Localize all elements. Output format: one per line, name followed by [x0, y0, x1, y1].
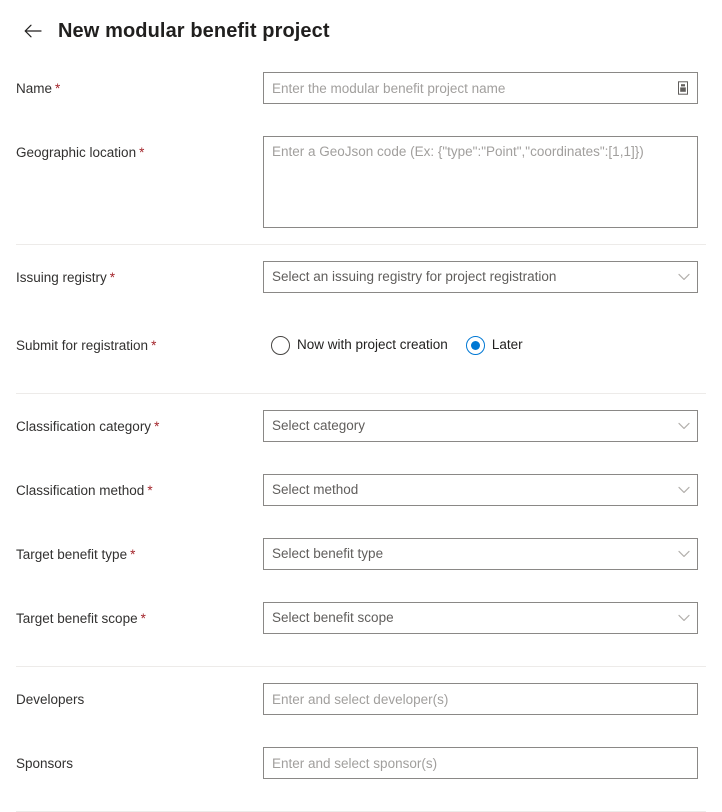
- control-target-benefit-scope: Select benefit scope: [263, 602, 698, 634]
- required-asterisk: *: [151, 338, 157, 353]
- control-target-benefit-type: Select benefit type: [263, 538, 698, 570]
- target-benefit-scope-selected-text: Select benefit scope: [272, 610, 394, 625]
- classification-category-dropdown[interactable]: Select category: [263, 410, 698, 442]
- label-developers: Developers: [16, 692, 85, 707]
- field-row-sponsors: Sponsors: [0, 747, 722, 795]
- required-asterisk: *: [154, 419, 160, 434]
- radio-label: Now with project creation: [297, 337, 448, 352]
- label-classification-category: Classification category *: [16, 419, 160, 434]
- radio-circle-icon: [271, 335, 290, 355]
- control-sponsors: [263, 747, 698, 779]
- control-name: [263, 72, 698, 104]
- field-row-issuing-registry: Issuing registry * Select an issuing regi…: [0, 261, 722, 309]
- field-row-geographic-location: Geographic location *: [0, 136, 722, 228]
- required-asterisk: *: [140, 611, 146, 626]
- back-button[interactable]: [18, 16, 48, 46]
- control-issuing-registry: Select an issuing registry for project r…: [263, 261, 698, 293]
- name-input[interactable]: [264, 73, 697, 103]
- required-asterisk: *: [130, 547, 136, 562]
- label-geographic-location: Geographic location *: [16, 145, 145, 160]
- target-benefit-scope-dropdown[interactable]: Select benefit scope: [263, 602, 698, 634]
- label-classification-method: Classification method *: [16, 483, 153, 498]
- chevron-down-icon: [671, 273, 697, 281]
- control-classification-method: Select method: [263, 474, 698, 506]
- label-target-benefit-scope: Target benefit scope *: [16, 611, 146, 626]
- control-classification-category: Select category: [263, 410, 698, 442]
- radio-label: Later: [491, 337, 523, 352]
- radio-later[interactable]: Later: [465, 335, 523, 355]
- field-row-target-benefit-type: Target benefit type * Select benefit type: [0, 538, 722, 586]
- new-modular-benefit-project-panel: New modular benefit project Name * Enter…: [0, 0, 722, 812]
- sponsors-input-wrapper[interactable]: [263, 747, 698, 779]
- control-developers: [263, 683, 698, 715]
- page-title: New modular benefit project: [58, 20, 330, 42]
- classification-category-selected-text: Select category: [272, 418, 366, 433]
- classification-method-selected-text: Select method: [272, 482, 359, 497]
- label-target-benefit-type: Target benefit type *: [16, 547, 136, 562]
- developers-input-wrapper[interactable]: [263, 683, 698, 715]
- radio-circle-selected-icon: [465, 335, 485, 355]
- chevron-down-icon: [671, 550, 697, 558]
- control-geographic-location: [263, 136, 698, 228]
- field-row-target-benefit-scope: Target benefit scope * Select benefit sco…: [0, 602, 722, 650]
- geographic-location-input-wrapper[interactable]: [263, 136, 698, 228]
- issuing-registry-dropdown[interactable]: Select an issuing registry for project r…: [263, 261, 698, 293]
- arrow-left-icon: [23, 23, 43, 39]
- label-submit-for-registration: Submit for registration *: [16, 338, 157, 353]
- classification-method-dropdown[interactable]: Select method: [263, 474, 698, 506]
- target-benefit-type-dropdown[interactable]: Select benefit type: [263, 538, 698, 570]
- developers-input[interactable]: [264, 684, 697, 714]
- chevron-down-icon: [671, 486, 697, 494]
- radio-now-with-project-creation[interactable]: Now with project creation: [271, 335, 448, 355]
- field-row-name: Name *: [0, 72, 722, 120]
- required-asterisk: *: [55, 81, 61, 96]
- field-row-submit-for-registration: Submit for registration * Now with projec…: [0, 329, 722, 377]
- issuing-registry-selected-text: Select an issuing registry for project r…: [272, 269, 557, 284]
- text-field-icon[interactable]: [675, 80, 691, 96]
- field-row-classification-method: Classification method * Select method: [0, 474, 722, 522]
- field-row-developers: Developers: [0, 683, 722, 731]
- target-benefit-type-selected-text: Select benefit type: [272, 546, 384, 561]
- chevron-down-icon: [671, 614, 697, 622]
- label-name: Name *: [16, 81, 61, 96]
- geographic-location-input[interactable]: [264, 137, 697, 227]
- control-submit-for-registration: Now with project creation Later: [263, 329, 698, 361]
- sponsors-input[interactable]: [264, 748, 697, 778]
- submit-for-registration-radio-group: Now with project creation Later: [263, 329, 698, 361]
- label-sponsors: Sponsors: [16, 756, 74, 771]
- chevron-down-icon: [671, 422, 697, 430]
- label-issuing-registry: Issuing registry *: [16, 270, 116, 285]
- panel-header: New modular benefit project: [0, 0, 722, 52]
- required-asterisk: *: [109, 270, 116, 285]
- name-input-wrapper[interactable]: [263, 72, 698, 104]
- required-asterisk: *: [147, 483, 153, 498]
- required-asterisk: *: [139, 145, 145, 160]
- field-row-classification-category: Classification category * Select category: [0, 410, 722, 458]
